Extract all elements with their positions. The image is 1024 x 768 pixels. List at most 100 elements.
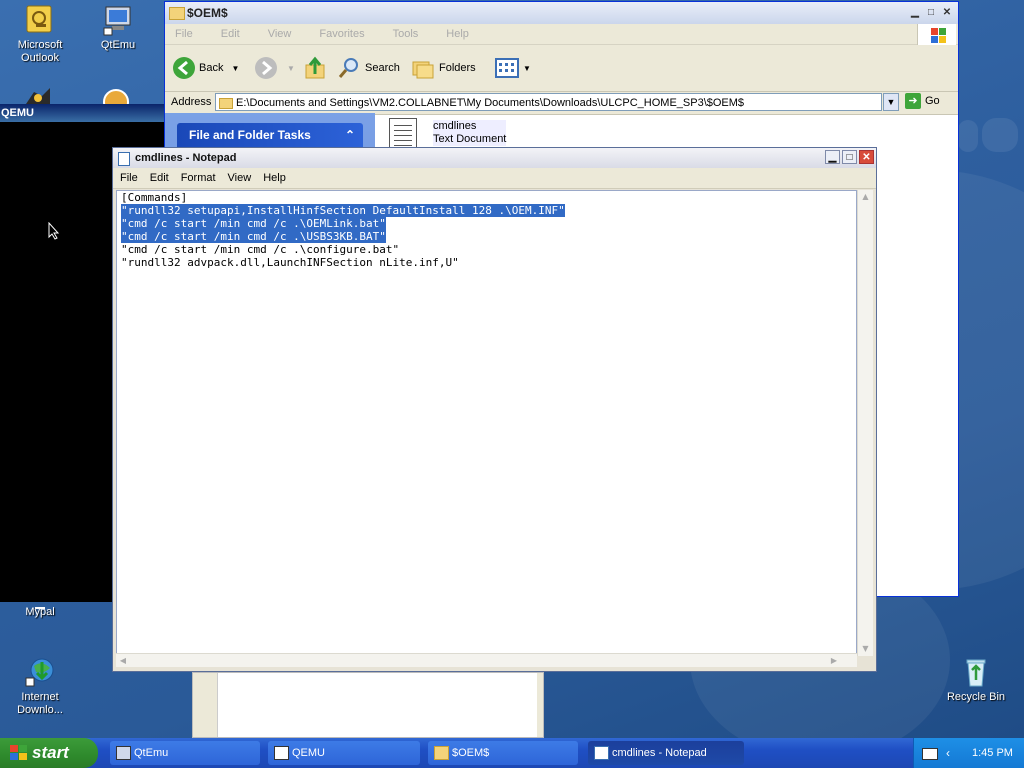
text-line: "cmd /c start /min cmd /c .\configure.ba… xyxy=(121,243,400,256)
menu-file[interactable]: File xyxy=(120,172,138,184)
desktop-icon-label: QtEmu xyxy=(100,39,136,51)
address-input[interactable]: E:\Documents and Settings\VM2.COLLABNET\… xyxy=(215,93,882,111)
scroll-down-icon[interactable]: ▼ xyxy=(859,642,872,656)
back-arrow-icon xyxy=(173,57,195,79)
scroll-up-icon[interactable]: ▲ xyxy=(859,190,872,204)
menu-tools[interactable]: Tools xyxy=(393,28,419,40)
start-button[interactable]: start xyxy=(0,738,98,768)
explorer-toolbar: Back ▼ ▼ Search Folders ▼ xyxy=(165,45,958,92)
outlook-icon xyxy=(24,4,56,36)
task-button-qemu[interactable]: QEMU xyxy=(268,741,420,765)
folder-icon xyxy=(434,746,449,760)
wallpaper-shape xyxy=(982,118,1018,152)
up-folder-button[interactable] xyxy=(303,55,327,81)
desktop-icon-qtemu[interactable]: QtEmu xyxy=(78,4,158,52)
chevron-left-icon[interactable]: ‹ xyxy=(946,738,950,768)
notepad-icon xyxy=(118,152,130,166)
system-tray: ‹ 1:45 PM xyxy=(913,738,1024,768)
menu-edit[interactable]: Edit xyxy=(221,28,240,40)
menu-help[interactable]: Help xyxy=(263,172,286,184)
task-label: $OEM$ xyxy=(452,747,490,759)
notepad-text-area[interactable]: [Commands] "rundll32 setupapi,InstallHin… xyxy=(116,190,857,656)
go-label: Go xyxy=(925,95,940,107)
partial-desktop-icon xyxy=(102,86,130,115)
notepad-menu-bar: File Edit Format View Help xyxy=(113,168,876,189)
forward-button[interactable]: ▼ xyxy=(255,55,295,81)
go-button[interactable]: ➜ Go xyxy=(905,93,940,109)
collapse-chevron-icon: ⌃ xyxy=(344,128,355,142)
task-label: QEMU xyxy=(292,747,325,759)
window-icon xyxy=(274,746,289,760)
desktop: Microsoft Outlook QtEmu Mypal Internet D… xyxy=(0,0,1024,738)
background-panel xyxy=(192,672,544,738)
back-button[interactable]: Back ▼ xyxy=(173,55,239,81)
folders-label: Folders xyxy=(439,62,476,74)
desktop-icon-label: Recycle Bin xyxy=(946,691,1006,703)
go-arrow-icon: ➜ xyxy=(905,93,921,109)
menu-help[interactable]: Help xyxy=(446,28,469,40)
minimize-button[interactable]: ▁ xyxy=(908,6,922,19)
task-button-oem-folder[interactable]: $OEM$ xyxy=(428,741,578,765)
text-line-selected: "cmd /c start /min cmd /c .\USBS3KB.BAT" xyxy=(121,230,386,243)
file-type: Text Document xyxy=(433,133,507,145)
chevron-down-icon: ▼ xyxy=(523,63,531,73)
maximize-button[interactable]: □ xyxy=(842,150,857,164)
back-label: Back xyxy=(199,62,224,74)
vertical-scrollbar[interactable]: ▲ ▼ xyxy=(857,190,873,656)
text-line: [Commands] xyxy=(121,191,188,204)
desktop-icon-label: Mypal xyxy=(25,606,55,618)
menu-format[interactable]: Format xyxy=(181,172,216,184)
task-button-notepad[interactable]: cmdlines - Notepad xyxy=(588,741,744,765)
keyboard-icon[interactable] xyxy=(922,748,938,760)
address-dropdown-button[interactable]: ▼ xyxy=(883,93,899,111)
folder-icon xyxy=(169,7,185,20)
scroll-left-icon[interactable]: ◀ xyxy=(116,654,130,667)
desktop-icon-mypal[interactable]: Mypal xyxy=(0,600,80,619)
wallpaper-shape xyxy=(958,120,978,152)
scroll-right-icon[interactable]: ▶ xyxy=(827,654,841,667)
clock[interactable]: 1:45 PM xyxy=(972,738,1013,768)
recycle-bin-icon xyxy=(960,656,992,688)
text-line: "rundll32 advpack.dll,LaunchINFSection n… xyxy=(121,256,459,269)
views-button[interactable]: ▼ xyxy=(495,55,531,81)
desktop-icon-label: Microsoft Outlook xyxy=(17,39,63,64)
explorer-title: $OEM$ xyxy=(187,6,228,20)
search-label: Search xyxy=(365,62,400,74)
task-button-qtemu[interactable]: QtEmu xyxy=(110,741,260,765)
qemu-window-title[interactable]: QEMU xyxy=(0,104,164,122)
address-bar: Address E:\Documents and Settings\VM2.CO… xyxy=(165,92,958,115)
notepad-title-bar[interactable]: cmdlines - Notepad ▁ □ ✕ xyxy=(113,148,876,168)
menu-favorites[interactable]: Favorites xyxy=(319,28,364,40)
start-label: start xyxy=(32,743,69,762)
desktop-icon-recycle-bin[interactable]: Recycle Bin xyxy=(936,656,1016,704)
views-icon xyxy=(495,58,519,78)
windows-logo-icon xyxy=(917,24,956,46)
menu-view[interactable]: View xyxy=(228,172,252,184)
globe-download-icon xyxy=(24,656,56,688)
desktop-icon-outlook[interactable]: Microsoft Outlook xyxy=(0,4,80,65)
text-line-selected: "rundll32 setupapi,InstallHinfSection De… xyxy=(121,204,565,217)
search-button[interactable]: Search xyxy=(337,55,400,81)
file-folder-tasks-label: File and Folder Tasks xyxy=(189,128,311,142)
up-folder-icon xyxy=(305,56,325,79)
mouse-cursor-icon xyxy=(48,221,60,243)
menu-edit[interactable]: Edit xyxy=(150,172,169,184)
minimize-button[interactable]: ▁ xyxy=(825,150,840,164)
folders-button[interactable]: Folders xyxy=(411,55,476,81)
menu-file[interactable]: File xyxy=(175,28,193,40)
horizontal-scrollbar[interactable]: ◀ ▶ xyxy=(116,653,857,667)
notepad-window[interactable]: cmdlines - Notepad ▁ □ ✕ File Edit Format V… xyxy=(112,147,877,672)
explorer-title-bar[interactable]: $OEM$ ▁ □ ✕ xyxy=(165,2,958,24)
maximize-button[interactable]: □ xyxy=(924,6,938,19)
task-label: QtEmu xyxy=(134,747,169,759)
close-button[interactable]: ✕ xyxy=(940,6,954,19)
explorer-menu-bar: File Edit View Favorites Tools Help xyxy=(165,24,958,46)
qtemu-icon xyxy=(116,746,131,760)
menu-view[interactable]: View xyxy=(268,28,292,40)
file-name: cmdlines xyxy=(433,120,477,132)
desktop-icon-internet-download[interactable]: Internet Downlo... xyxy=(0,656,80,717)
chevron-down-icon: ▼ xyxy=(287,63,295,73)
file-folder-tasks-header[interactable]: File and Folder Tasks ⌃ xyxy=(177,123,363,147)
notepad-title: cmdlines - Notepad xyxy=(135,152,237,164)
close-button[interactable]: ✕ xyxy=(859,150,874,164)
